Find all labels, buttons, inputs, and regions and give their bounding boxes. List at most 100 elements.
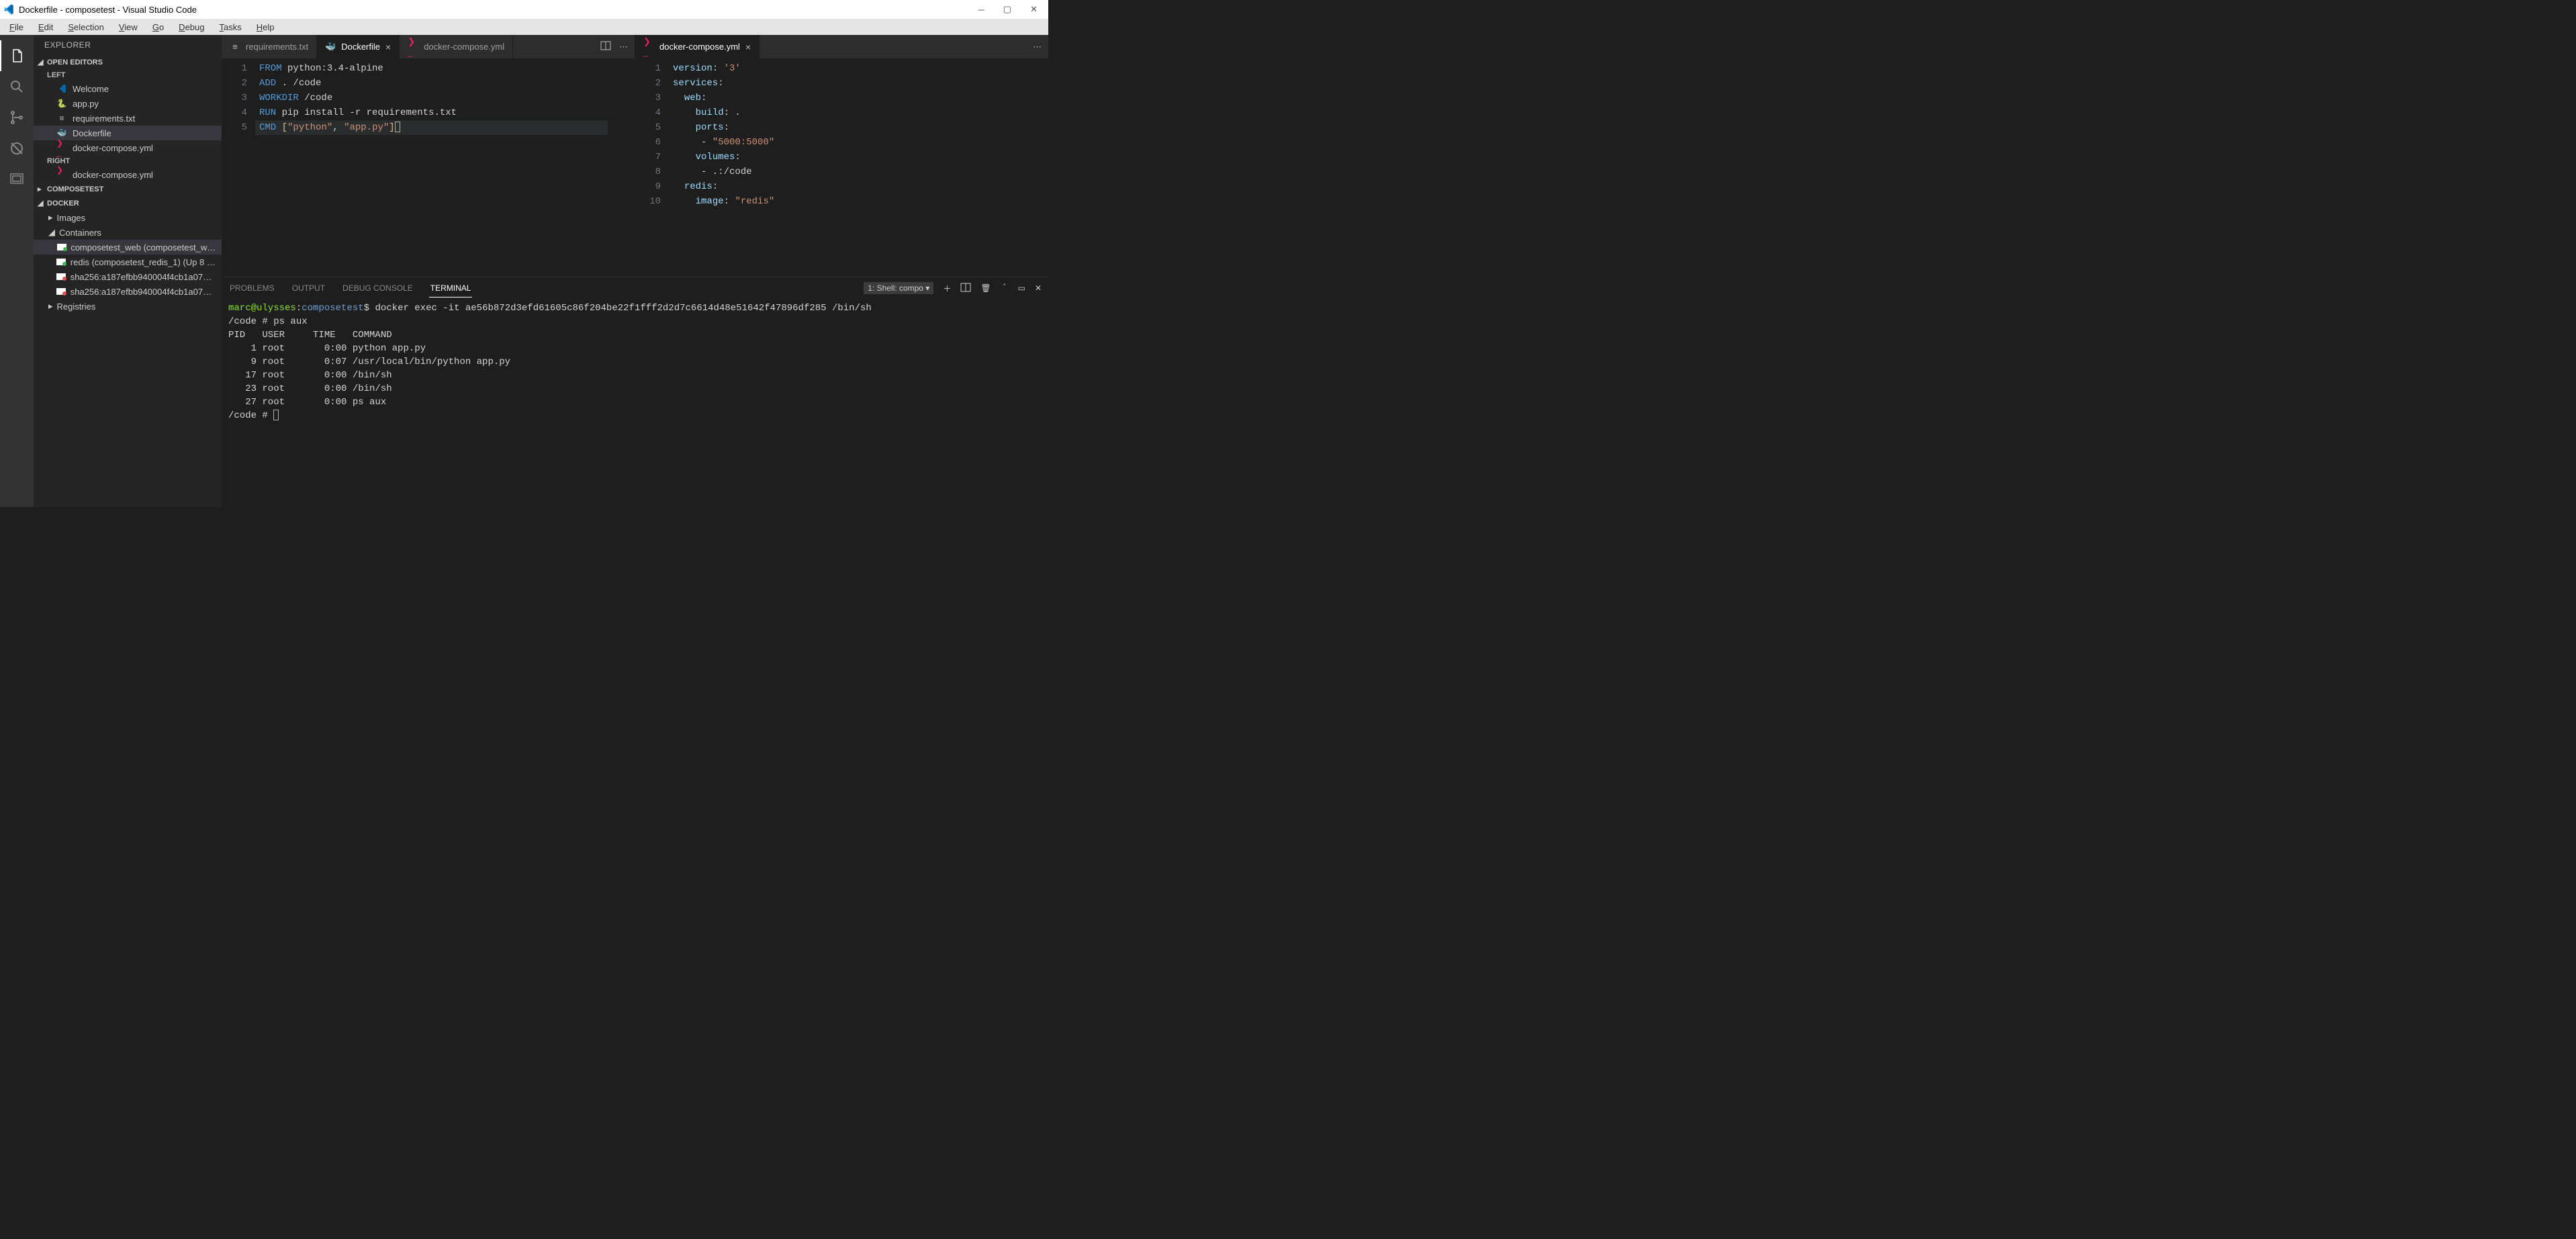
terminal[interactable]: marc@ulysses:composetest$ docker exec -i… <box>222 299 1048 507</box>
open-editor-item[interactable]: ≡ requirements.txt <box>34 111 222 126</box>
file-label: Welcome <box>73 84 109 94</box>
container-item[interactable]: redis (composetest_redis_1) (Up 8 min... <box>34 255 222 269</box>
menu-tasks[interactable]: Tasks <box>212 21 248 34</box>
code-line: version: '3' <box>669 61 1021 76</box>
maximize-panel-icon[interactable]: ▭ <box>1018 283 1025 293</box>
split-terminal-icon[interactable] <box>960 282 971 295</box>
close-icon[interactable]: × <box>385 42 391 52</box>
compose-icon: ❯_ <box>56 169 67 180</box>
more-icon[interactable]: ⋯ <box>619 42 628 52</box>
terminal-select[interactable]: 1: Shell: compo ▾ <box>864 282 933 294</box>
docker-node[interactable]: ▸Registries <box>34 299 222 314</box>
bottom-panel: PROBLEMS OUTPUT DEBUG CONSOLE TERMINAL 1: Sh… <box>222 277 1048 507</box>
container-item[interactable]: sha256:a187efbb940004f4cb1a0706c1... <box>34 284 222 299</box>
file-label: requirements.txt <box>73 113 135 124</box>
code-line: - "5000:5000" <box>669 135 1021 150</box>
close-panel-icon[interactable]: ✕ <box>1035 283 1042 293</box>
open-editor-item[interactable]: Welcome <box>34 81 222 96</box>
vscode-icon <box>56 83 67 94</box>
menu-go[interactable]: Go <box>146 21 171 34</box>
chevron-right-icon: ▸ <box>48 301 53 312</box>
line-gutter: 12345678910 <box>635 58 669 277</box>
tab-label: docker-compose.yml <box>659 42 740 52</box>
code-line: RUN pip install -r requirements.txt <box>255 105 608 120</box>
menu-file[interactable]: File <box>3 21 30 34</box>
minimap[interactable] <box>608 58 635 277</box>
panel-tab-terminal[interactable]: TERMINAL <box>429 279 473 297</box>
split-editor-icon[interactable] <box>600 40 611 53</box>
menu-debug[interactable]: Debug <box>172 21 211 34</box>
docker-node[interactable]: ▸Images <box>34 210 222 225</box>
code-line: ports: <box>669 120 1021 135</box>
close-icon[interactable]: × <box>745 42 751 52</box>
code-line: web: <box>669 91 1021 105</box>
container-icon <box>56 242 66 253</box>
code-editor-left[interactable]: 12345 FROM python:3.4-alpineADD . /codeW… <box>222 58 635 277</box>
panel-tab-row: PROBLEMS OUTPUT DEBUG CONSOLE TERMINAL 1: Sh… <box>222 277 1048 299</box>
menu-edit[interactable]: Edit <box>32 21 60 34</box>
activity-bar <box>0 35 34 507</box>
activity-debug-icon[interactable] <box>0 133 34 164</box>
container-label: sha256:a187efbb940004f4cb1a0706c1... <box>71 287 216 297</box>
container-icon <box>56 257 66 267</box>
open-editor-item[interactable]: ❯_ docker-compose.yml <box>34 140 222 155</box>
menu-help[interactable]: Help <box>250 21 281 34</box>
compose-icon: ❯_ <box>643 42 654 52</box>
tab-row-left: ≡requirements.txt🐳Dockerfile×❯_docker-co… <box>222 35 635 58</box>
activity-search-icon[interactable] <box>0 71 34 102</box>
tab-row-right: ❯_ docker-compose.yml × ⋯ <box>635 35 1048 58</box>
container-icon <box>56 286 66 297</box>
code-line: FROM python:3.4-alpine <box>255 61 608 76</box>
minimap[interactable] <box>1021 58 1048 277</box>
container-label: redis (composetest_redis_1) (Up 8 min... <box>71 257 216 267</box>
section-open-editors[interactable]: ◢ OPEN EDITORS <box>34 55 222 69</box>
editor-tab[interactable]: ≡requirements.txt <box>222 35 317 58</box>
txt-icon: ≡ <box>56 113 67 124</box>
menu-bar: FileEditSelectionViewGoDebugTasksHelp <box>0 19 1048 35</box>
open-editor-item[interactable]: ❯_docker-compose.yml <box>34 167 222 182</box>
chevron-up-icon[interactable]: ＾ <box>1001 283 1009 294</box>
file-label: docker-compose.yml <box>73 143 153 153</box>
panel-tab-output[interactable]: OUTPUT <box>291 279 326 297</box>
open-editor-item[interactable]: 🐍app.py <box>34 96 222 111</box>
panel-tab-problems[interactable]: PROBLEMS <box>228 279 276 297</box>
new-terminal-icon[interactable]: ＋ <box>943 283 951 294</box>
panel-tab-debug-console[interactable]: DEBUG CONSOLE <box>341 279 414 297</box>
vscode-logo-icon <box>3 3 15 15</box>
docker-node[interactable]: ◢Containers <box>34 225 222 240</box>
sidebar-title: EXPLORER <box>34 35 222 55</box>
compose-icon: ❯_ <box>408 42 418 52</box>
open-editors-group: LEFT <box>34 69 222 81</box>
window-maximize-icon[interactable]: ▢ <box>1003 4 1011 15</box>
activity-source-control-icon[interactable] <box>0 102 34 133</box>
code-line: CMD ["python", "app.py"] <box>255 120 608 135</box>
compose-icon: ❯_ <box>56 142 67 153</box>
section-docker[interactable]: ◢ DOCKER <box>34 196 222 210</box>
editor-tab[interactable]: 🐳Dockerfile× <box>317 35 400 58</box>
window-close-icon[interactable]: ✕ <box>1030 4 1038 15</box>
editor-tab[interactable]: ❯_ docker-compose.yml × <box>635 35 760 58</box>
more-icon[interactable]: ⋯ <box>1033 42 1042 52</box>
code-line: redis: <box>669 179 1021 194</box>
container-item[interactable]: composetest_web (composetest_web... <box>34 240 222 255</box>
code-line: - .:/code <box>669 165 1021 179</box>
file-label: app.py <box>73 99 99 109</box>
code-line: ADD . /code <box>255 76 608 91</box>
container-label: composetest_web (composetest_web... <box>71 242 216 253</box>
editor-tab[interactable]: ❯_docker-compose.yml <box>400 35 513 58</box>
menu-selection[interactable]: Selection <box>61 21 110 34</box>
activity-explorer-icon[interactable] <box>0 40 34 71</box>
code-line: WORKDIR /code <box>255 91 608 105</box>
container-label: sha256:a187efbb940004f4cb1a0706c1... <box>71 272 216 282</box>
code-editor-right[interactable]: 12345678910 version: '3'services: web: b… <box>635 58 1048 277</box>
menu-view[interactable]: View <box>112 21 144 34</box>
chevron-right-icon: ▸ <box>38 185 44 193</box>
activity-docker-icon[interactable] <box>0 164 34 195</box>
kill-terminal-icon[interactable]: 🗑 <box>980 283 991 293</box>
chevron-down-icon: ◢ <box>38 58 44 66</box>
container-item[interactable]: sha256:a187efbb940004f4cb1a0706c1... <box>34 269 222 284</box>
docker-icon: 🐳 <box>56 128 67 138</box>
section-folder[interactable]: ▸ COMPOSETEST <box>34 182 222 196</box>
window-minimize-icon[interactable]: ─ <box>978 5 984 15</box>
tab-label: Dockerfile <box>341 42 380 52</box>
